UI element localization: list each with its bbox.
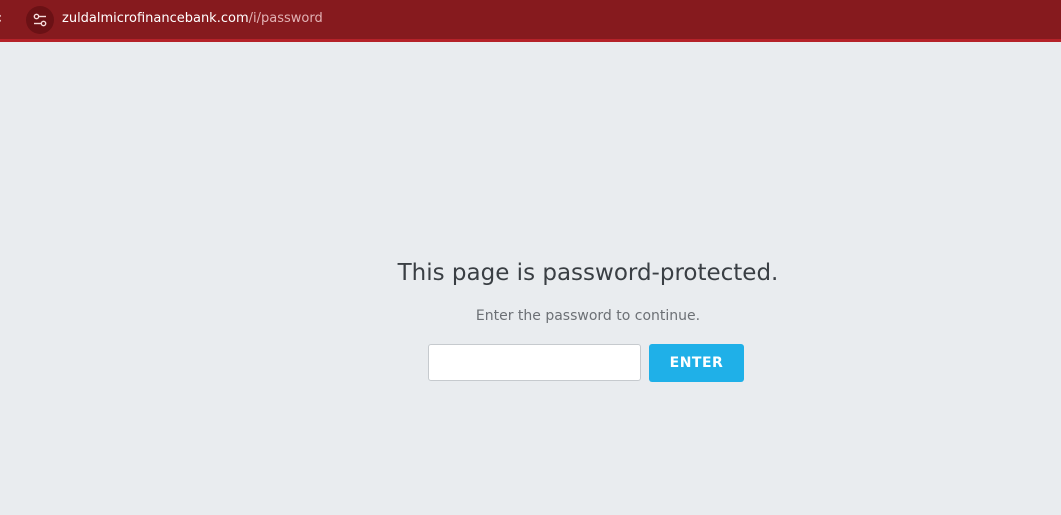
browser-address-bar: ‹ zuldalmicrofinancebank.com/i/password xyxy=(0,0,1061,42)
url-host: zuldalmicrofinancebank.com xyxy=(62,11,249,26)
password-page: This page is password-protected. Enter t… xyxy=(0,42,1061,515)
instruction-text: Enter the password to continue. xyxy=(475,308,701,324)
tune-icon xyxy=(33,13,47,27)
page-heading: This page is password-protected. xyxy=(397,260,779,286)
address-url[interactable]: zuldalmicrofinancebank.com/i/password xyxy=(62,10,323,28)
enter-button[interactable]: ENTER xyxy=(649,344,744,382)
url-path: /i/password xyxy=(248,11,323,26)
site-info-button[interactable] xyxy=(26,6,54,34)
back-chevron-icon[interactable]: ‹ xyxy=(0,8,8,28)
password-input[interactable] xyxy=(428,344,641,381)
